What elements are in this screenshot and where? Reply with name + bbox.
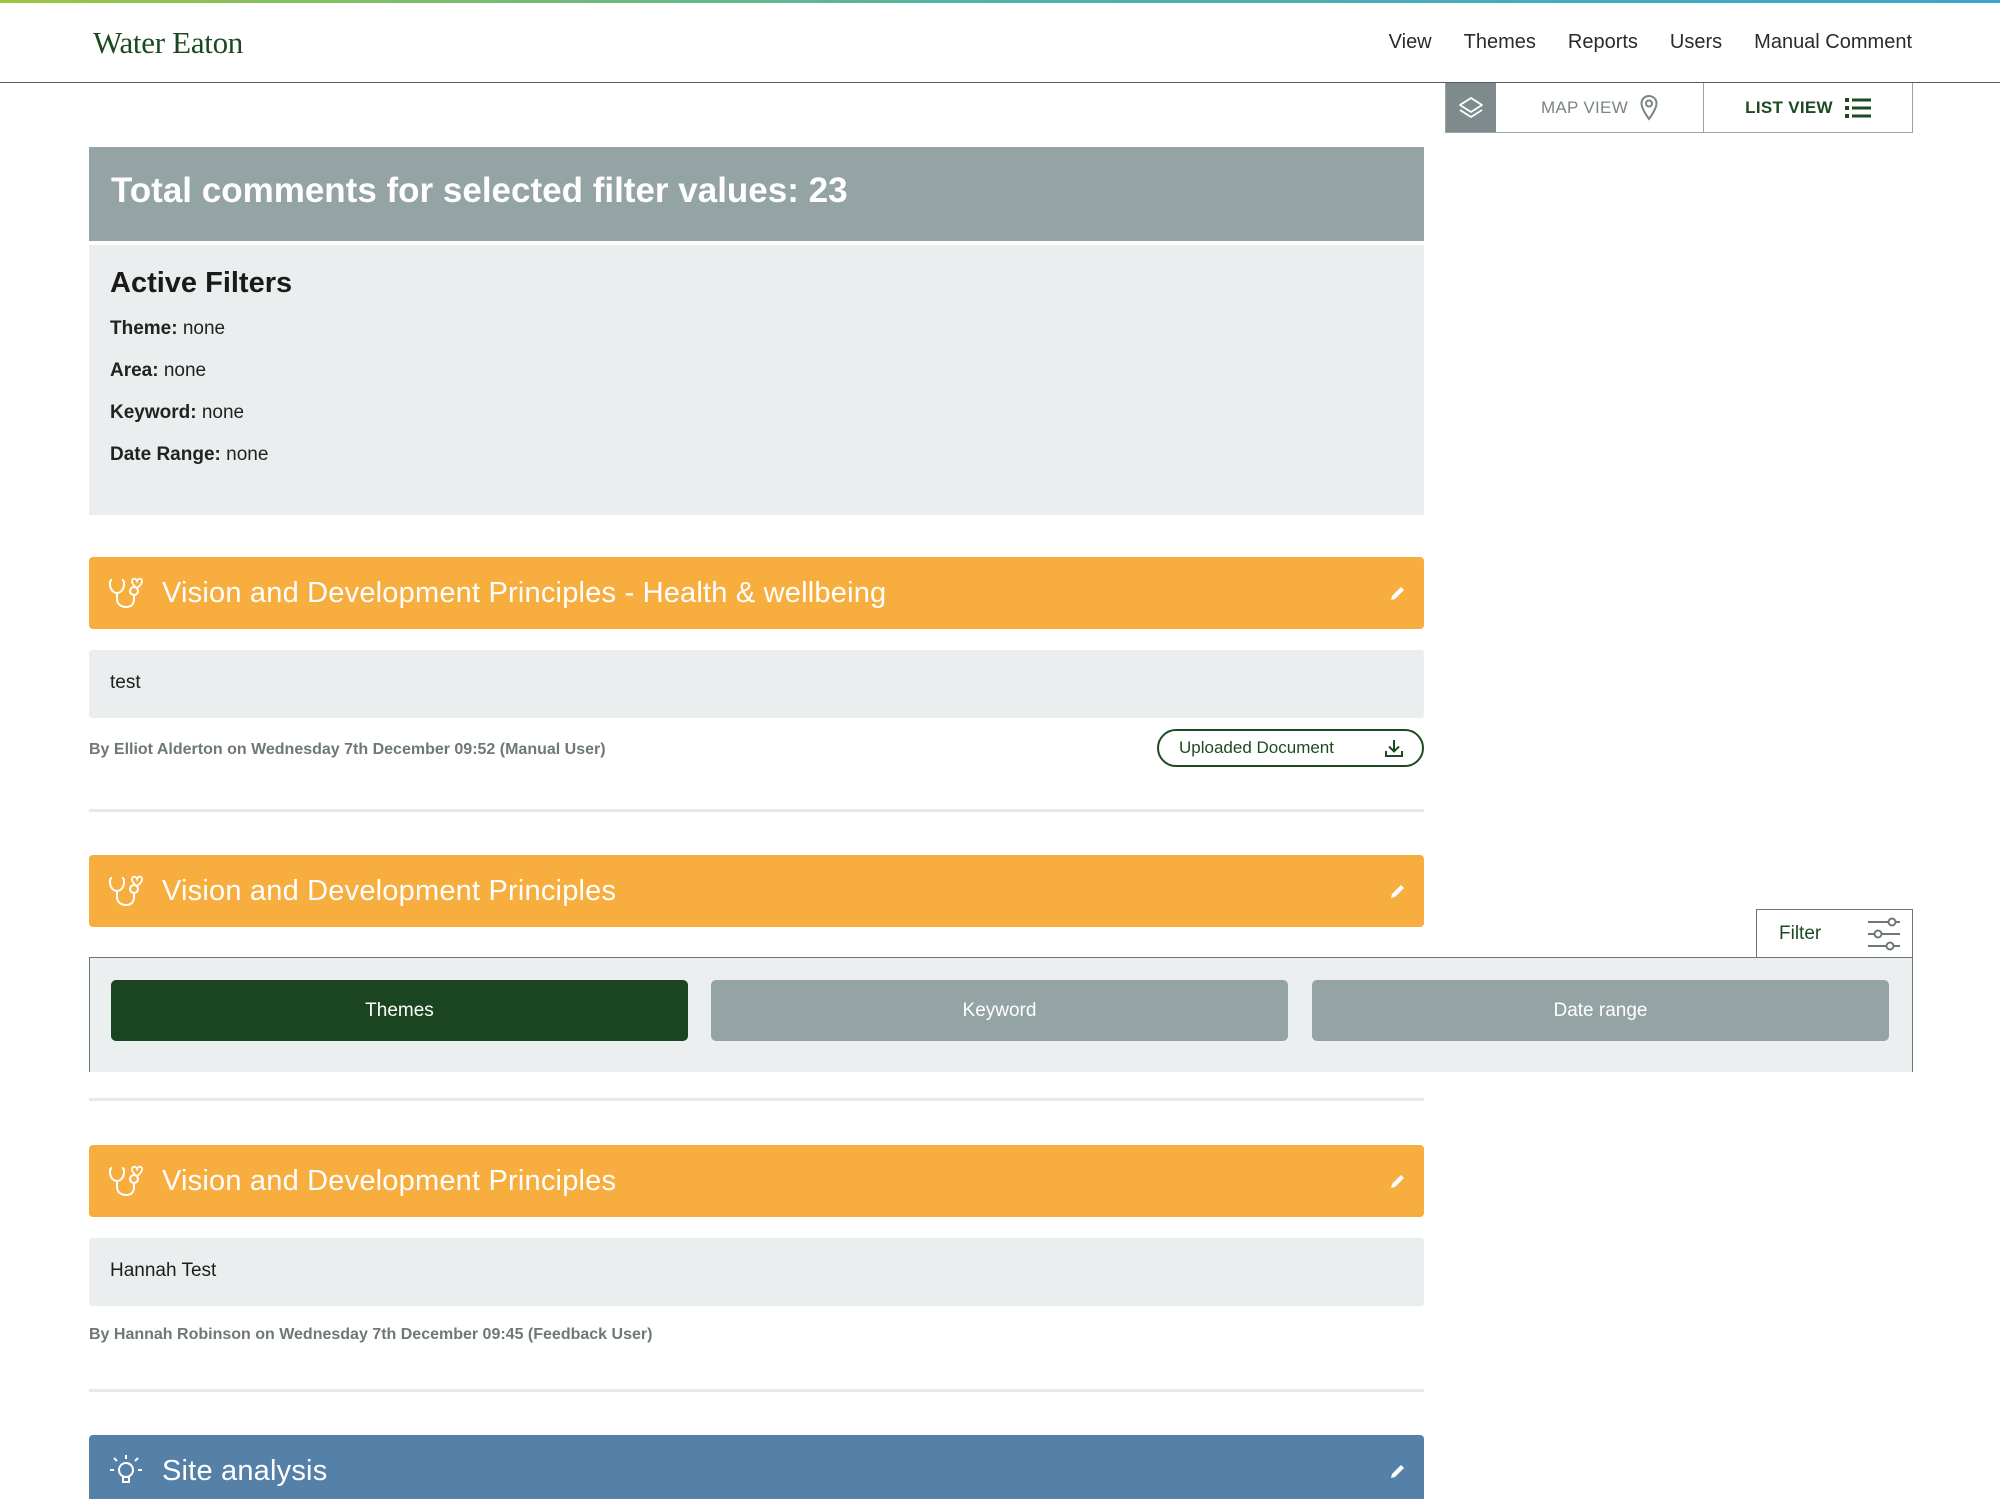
total-comments-banner: Total comments for selected filter value… [89,147,1424,241]
comment-divider [89,1098,1424,1101]
comment-theme-title: Vision and Development Principles - Heal… [162,576,887,609]
lightbulb-icon [110,1455,142,1483]
list-view-button[interactable]: LIST VIEW [1704,83,1912,132]
sliders-icon [1868,917,1900,951]
pencil-icon[interactable] [1388,583,1408,603]
layers-button[interactable] [1446,83,1496,132]
nav-users[interactable]: Users [1670,31,1722,54]
filter-keyword-row: Keyword: none [110,402,1403,424]
comment-byline: By Elliot Alderton on Wednesday 7th Dece… [89,741,606,758]
uploaded-document-button[interactable]: Uploaded Document [1157,729,1424,767]
comment-text-box: Hannah Test [89,1238,1424,1306]
comment-text-box: test [89,650,1424,718]
list-icon [1844,97,1871,118]
page: Water Eaton View Themes Reports Users Ma… [0,0,2000,1499]
nav-reports[interactable]: Reports [1568,31,1638,54]
main-nav: View Themes Reports Users Manual Comment [1389,31,1912,54]
download-icon [1385,740,1403,757]
nav-view[interactable]: View [1389,31,1432,54]
filter-themes-button[interactable]: Themes [111,980,688,1041]
stethoscope-icon [108,1165,143,1197]
nav-themes[interactable]: Themes [1464,31,1536,54]
comment-theme-title: Site analysis [162,1454,328,1487]
comment-theme-header[interactable]: Vision and Development Principles - Heal… [89,557,1424,629]
filter-area-label: Area: [110,360,159,381]
brand-logo[interactable]: Water Eaton [93,25,243,61]
layers-icon [1459,96,1483,118]
filter-date-range-value: none [226,444,269,465]
uploaded-document-label: Uploaded Document [1179,738,1334,757]
filter-panel: Themes Keyword Date range [89,957,1913,1072]
filter-date-range-button[interactable]: Date range [1312,980,1889,1041]
comment-divider [89,809,1424,812]
stethoscope-icon [108,875,143,907]
map-view-button[interactable]: MAP VIEW [1496,83,1704,132]
filter-area-value: none [163,360,207,381]
comment-text: Hannah Test [110,1260,217,1281]
pencil-icon[interactable] [1388,881,1408,901]
filter-area-row: Area: none [110,360,1403,382]
filter-tab-label: Filter [1779,923,1822,944]
comment-theme-header[interactable]: Site analysis [89,1435,1424,1499]
filter-tab[interactable]: Filter [1756,909,1913,958]
filter-keyword-label: Keyword: [110,402,197,423]
app-header: Water Eaton View Themes Reports Users Ma… [0,3,2000,83]
comment-theme-header[interactable]: Vision and Development Principles [89,855,1424,927]
map-view-label: MAP VIEW [1540,97,1629,117]
comment-theme-title: Vision and Development Principles [162,874,617,907]
comment-byline: By Hannah Robinson on Wednesday 7th Dece… [89,1326,653,1343]
active-filters-panel: Active Filters Theme: none Area: none Ke… [89,245,1424,515]
active-filters-title: Active Filters [110,267,293,299]
view-toggle: MAP VIEW LIST VIEW [1445,83,1913,133]
filter-date-range-label: Date Range: [110,444,221,465]
comments-main: Total comments for selected filter value… [89,147,1424,1499]
filter-keyword-button[interactable]: Keyword [711,980,1288,1041]
pencil-icon[interactable] [1388,1171,1408,1191]
list-view-label: LIST VIEW [1745,97,1833,117]
comment-divider [89,1389,1424,1392]
map-pin-icon [1640,94,1658,121]
filter-date-range-row: Date Range: none [110,444,1403,466]
comment-theme-header[interactable]: Vision and Development Principles [89,1145,1424,1217]
comment-theme-title: Vision and Development Principles [162,1164,617,1197]
filter-theme-label: Theme: [110,318,178,339]
pencil-icon[interactable] [1388,1461,1408,1481]
filter-theme-value: none [182,318,226,339]
comment-text: test [110,672,141,693]
filter-theme-row: Theme: none [110,318,1403,340]
stethoscope-icon [108,577,143,609]
filter-keyword-value: none [201,402,245,423]
total-comments-label: Total comments for selected filter value… [111,171,848,210]
nav-manual-comment[interactable]: Manual Comment [1754,31,1912,54]
